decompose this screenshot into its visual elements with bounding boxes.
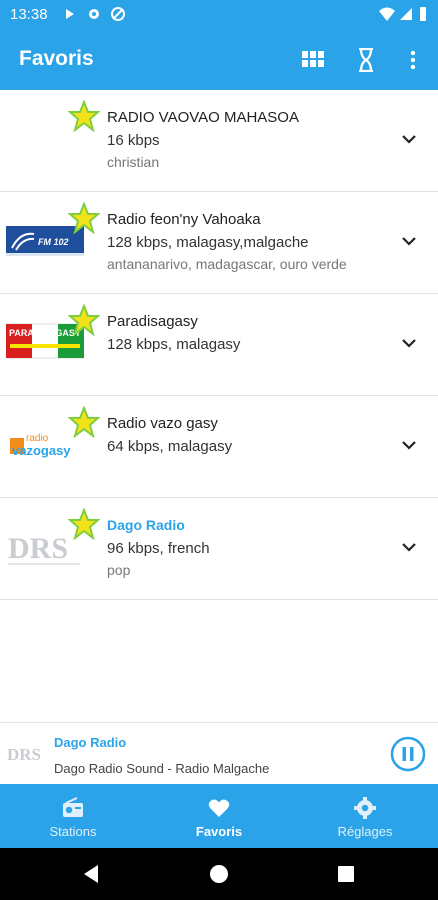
home-icon[interactable] <box>207 862 231 886</box>
station-name: RADIO VAOVAO MAHASOA <box>107 109 299 126</box>
favorites-list: RADIO VAOVAO MAHASOA 16 kbps christian F… <box>0 90 438 600</box>
station-logo-text: FM 102 <box>38 237 69 247</box>
list-item[interactable]: PARADISAGASY Paradisagasy 128 kbps, mala… <box>0 294 438 396</box>
data-saver-icon <box>111 7 125 21</box>
station-logo-text-main: vazogasy <box>12 443 71 458</box>
player-subtitle: Dago Radio Sound - Radio Malgache <box>54 761 270 776</box>
station-tags: antananarivo, madagascar, ouro verde <box>107 256 347 272</box>
station-bitrate: 64 kbps, malagasy <box>107 438 233 455</box>
sleep-timer-button[interactable] <box>351 45 381 75</box>
tab-favoris[interactable]: Favoris <box>146 784 292 848</box>
hourglass-icon <box>359 48 373 72</box>
wifi-icon <box>379 7 395 21</box>
player-station-logo: DRS <box>7 745 41 764</box>
favorite-star-icon[interactable] <box>68 406 100 438</box>
signal-icon <box>400 8 412 20</box>
tab-label: Stations <box>49 824 97 839</box>
settings-status-icon <box>89 9 99 19</box>
tab-reglages[interactable]: Réglages <box>292 784 438 848</box>
station-name: Paradisagasy <box>107 313 198 330</box>
player-station-name: Dago Radio <box>54 735 127 750</box>
grid-view-button[interactable] <box>298 45 328 75</box>
station-bitrate: 128 kbps, malagasy,malgache <box>107 234 309 251</box>
chevron-down-icon[interactable] <box>400 436 418 454</box>
pause-button[interactable] <box>390 736 426 772</box>
list-item[interactable]: RADIO VAOVAO MAHASOA 16 kbps christian <box>0 90 438 192</box>
list-item[interactable]: FM 102 Radio feon'ny Vahoaka 128 kbps, m… <box>0 192 438 294</box>
recents-icon[interactable] <box>334 862 358 886</box>
chevron-down-icon[interactable] <box>400 334 418 352</box>
bottom-navigation: Stations Favoris Réglages <box>0 784 438 848</box>
page-title: Favoris <box>19 47 94 70</box>
station-name: Dago Radio <box>107 517 185 533</box>
station-name: Radio vazo gasy <box>107 415 218 432</box>
list-item[interactable]: DRS Dago Radio 96 kbps, french pop <box>0 498 438 600</box>
favorite-star-icon[interactable] <box>68 304 100 336</box>
heart-icon <box>208 799 230 817</box>
favorite-star-icon[interactable] <box>68 202 100 234</box>
station-tags: christian <box>107 154 160 170</box>
tab-label: Réglages <box>337 824 393 839</box>
more-vert-icon <box>410 50 416 70</box>
tab-label: Favoris <box>195 824 243 839</box>
chevron-down-icon[interactable] <box>400 538 418 556</box>
back-icon[interactable] <box>80 862 104 886</box>
gear-icon <box>354 797 376 819</box>
app-bar: Favoris <box>0 30 438 90</box>
tab-stations[interactable]: Stations <box>0 784 146 848</box>
play-store-icon <box>66 9 74 19</box>
radio-icon <box>63 797 83 817</box>
chevron-down-icon[interactable] <box>400 130 418 148</box>
station-bitrate: 16 kbps <box>107 132 160 149</box>
status-bar: 13:38 <box>0 0 438 30</box>
grid-icon <box>302 51 324 67</box>
station-tags: pop <box>107 562 131 578</box>
station-bitrate: 96 kbps, french <box>107 540 210 557</box>
player-logo-text: DRS <box>7 745 41 764</box>
battery-icon <box>420 7 426 21</box>
system-navigation-bar <box>0 848 438 900</box>
status-time: 13:38 <box>10 6 48 23</box>
station-logo-text: DRS <box>8 532 68 565</box>
chevron-down-icon[interactable] <box>400 232 418 250</box>
overflow-menu-button[interactable] <box>398 45 428 75</box>
favorite-star-icon[interactable] <box>68 100 100 132</box>
station-bitrate: 128 kbps, malagasy <box>107 336 241 353</box>
station-name: Radio feon'ny Vahoaka <box>107 211 261 228</box>
list-item[interactable]: radio vazogasy Radio vazo gasy 64 kbps, … <box>0 396 438 498</box>
favorite-star-icon[interactable] <box>68 508 100 540</box>
mini-player[interactable]: DRS Dago Radio Dago Radio Sound - Radio … <box>0 722 438 784</box>
